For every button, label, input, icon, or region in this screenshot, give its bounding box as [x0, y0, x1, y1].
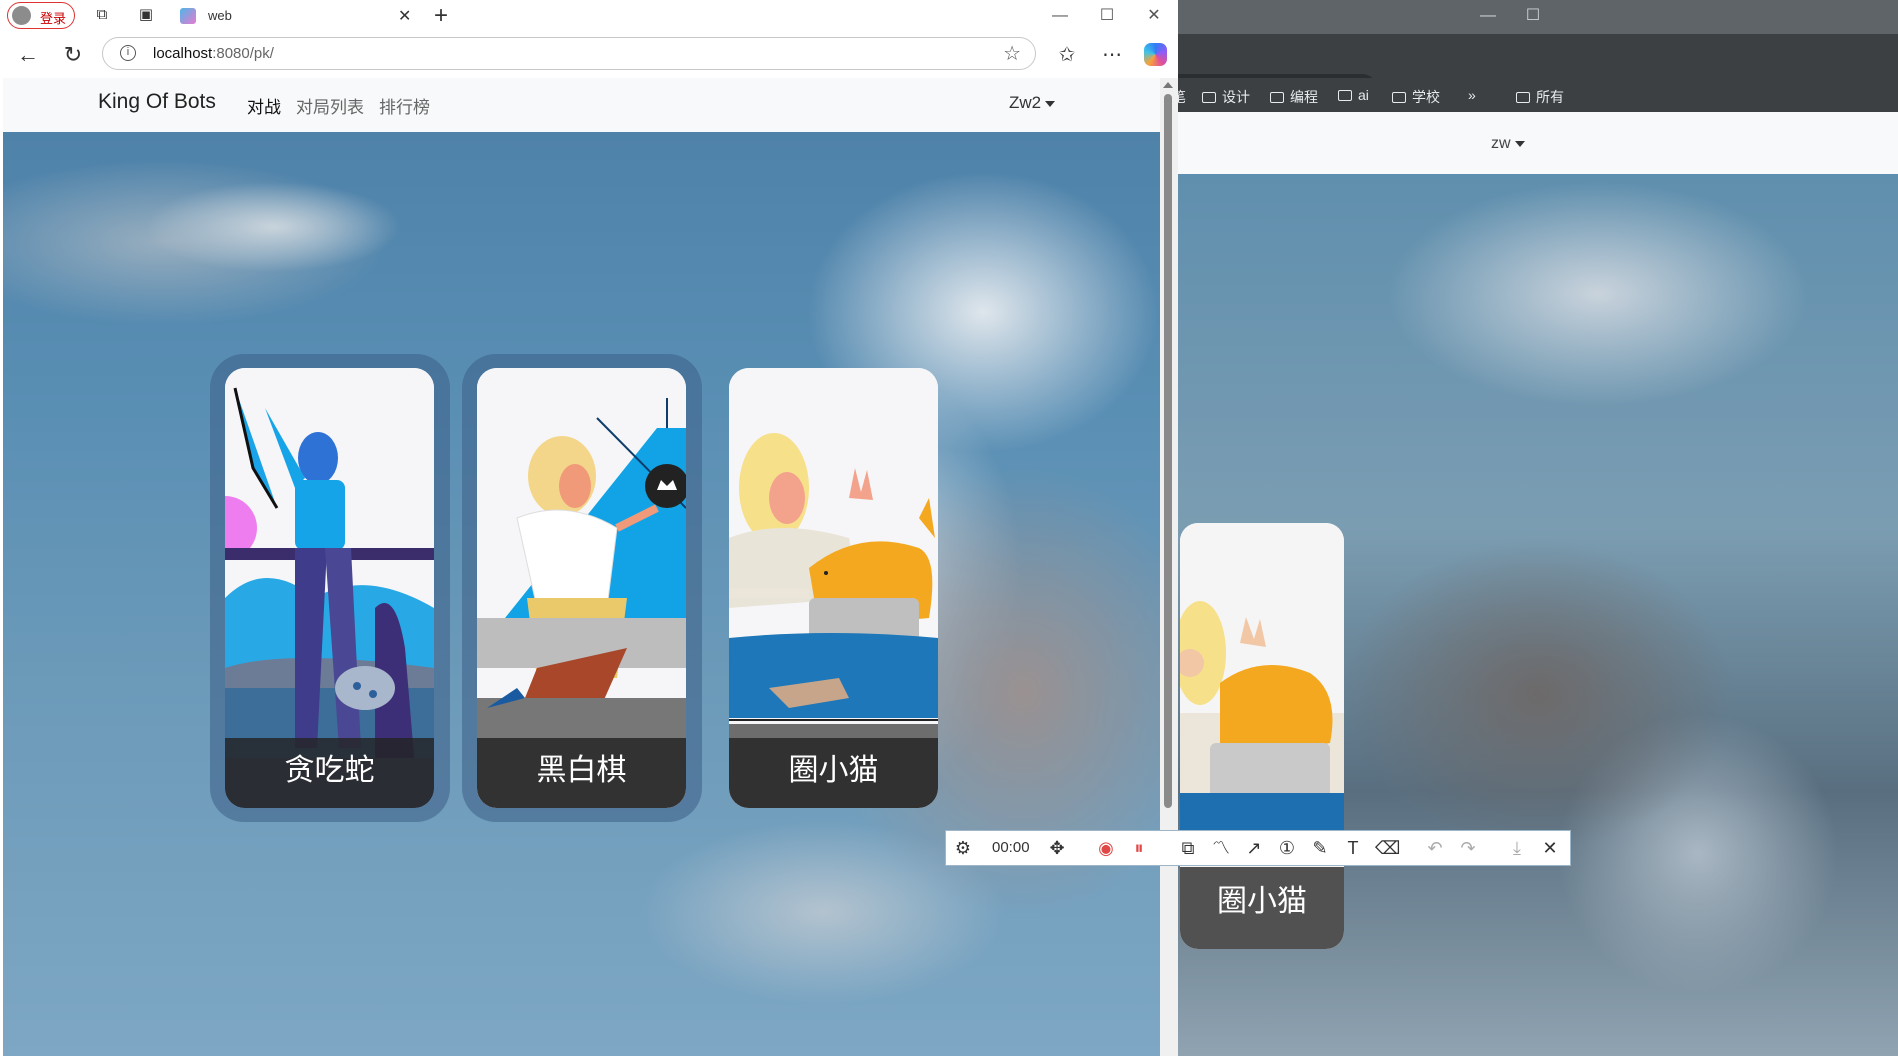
bg-toolbar: ☆ ⧉ V ◫ ⬚ 玮 [1178, 34, 1898, 106]
bookmark-school[interactable]: 学校 [1392, 87, 1440, 107]
nav-pk[interactable]: 对战 [247, 93, 281, 118]
back-button[interactable]: ← [15, 42, 41, 68]
bg-card-label: 圈小猫 [1180, 867, 1344, 949]
page-navbar: King Of Bots 对战 对局列表 排行榜 Zw2 [3, 78, 1160, 132]
brand-link[interactable]: King Of Bots [98, 90, 216, 114]
favorite-star-icon[interactable]: ☆ [1003, 41, 1021, 66]
browser-window: 登录 ⧉ ▣ web ✕ + — ☐ ✕ ← ↻ i localhost:808… [0, 0, 1178, 1056]
capture-toolbar: ⚙ 00:00 ✥ ◉ ⏸ ⧉ 〽 ↗ ① ✎ T ⌫ ↶ ↷ ⤓ ✕ [945, 830, 1571, 866]
bg-titlebar: — ☐ [1178, 0, 1898, 34]
game-card-label: 黑白棋 [477, 738, 686, 808]
bg-bookmarks-bar: 笔 设计 编程 ai 学校 » 所有 [1178, 78, 1898, 112]
bookmark-coding[interactable]: 编程 [1270, 87, 1318, 107]
nav-ranklist[interactable]: 排行榜 [379, 93, 430, 118]
redo-icon[interactable]: ↷ [1457, 837, 1479, 859]
folder-icon [1270, 91, 1284, 103]
close-capture-icon[interactable]: ✕ [1539, 837, 1561, 859]
bg-maximize-button[interactable]: ☐ [1508, 2, 1558, 30]
move-icon[interactable]: ✥ [1046, 837, 1068, 859]
polyline-tool-icon[interactable]: 〽 [1210, 837, 1232, 859]
copilot-icon[interactable] [1144, 43, 1167, 66]
bookmarks-more-button[interactable]: » [1468, 87, 1476, 103]
arrow-tool-icon[interactable]: ↗ [1243, 837, 1265, 859]
eraser-icon[interactable]: ⌫ [1375, 837, 1400, 859]
caret-down-icon [1045, 100, 1056, 107]
background-browser-window: — ☐ ☆ ⧉ V ◫ ⬚ 玮 笔 设计 编程 ai 学校 » 所有 zw [1178, 0, 1898, 1056]
folder-icon [1202, 91, 1216, 103]
scrollbar-thumb[interactable] [1164, 94, 1172, 808]
pause-recording-icon[interactable]: ⏸ [1128, 837, 1150, 859]
tab-strip: 登录 ⧉ ▣ web ✕ + — ☐ ✕ [0, 0, 1178, 32]
download-icon[interactable]: ⤓ [1506, 837, 1528, 859]
user-dropdown[interactable]: Zw2 [1009, 93, 1056, 113]
bg-page-background: 圈小猫 [1178, 174, 1898, 1056]
bookmark-design[interactable]: 设计 [1202, 87, 1250, 107]
game-card-label: 贪吃蛇 [225, 738, 434, 808]
shape-tool-icon[interactable]: ⧉ [1177, 837, 1199, 859]
text-tool-icon[interactable]: T [1342, 837, 1364, 859]
recording-timer: 00:00 [992, 839, 1030, 856]
maximize-button[interactable]: ☐ [1092, 4, 1122, 28]
new-tab-button[interactable]: + [434, 2, 448, 30]
nav-record-list[interactable]: 对局列表 [296, 93, 364, 118]
tab-title: web [208, 8, 232, 23]
vertical-tabs-icon[interactable]: ▣ [137, 6, 155, 24]
stop-recording-icon[interactable]: ◉ [1095, 837, 1117, 859]
bg-game-card[interactable]: 圈小猫 [1180, 523, 1344, 949]
favorites-icon[interactable]: ✩ [1054, 42, 1080, 67]
pen-tool-icon[interactable]: ✎ [1309, 837, 1331, 859]
profile-label: 登录 [40, 11, 67, 26]
folder-icon [1338, 89, 1352, 101]
undo-icon[interactable]: ↶ [1424, 837, 1446, 859]
site-info-icon[interactable]: i [120, 45, 136, 61]
bookmark-all[interactable]: 所有 [1516, 87, 1564, 107]
caret-down-icon [1514, 140, 1525, 147]
game-card-circle-cat[interactable]: 圈小猫 [729, 368, 938, 808]
address-bar[interactable]: i localhost:8080/pk/ ☆ [102, 37, 1036, 70]
address-toolbar: ← ↻ i localhost:8080/pk/ ☆ ✩ ⋯ [0, 32, 1178, 78]
avatar-icon [12, 6, 31, 25]
bg-page-navbar [1178, 112, 1898, 174]
tab-close-icon[interactable]: ✕ [398, 6, 411, 26]
more-options-icon[interactable]: ⋯ [1099, 42, 1125, 67]
bookmark-ai[interactable]: ai [1338, 87, 1369, 103]
bookmark-partial[interactable]: 笔 [1178, 87, 1186, 107]
vertical-scrollbar[interactable] [1160, 78, 1178, 1056]
settings-gear-icon[interactable]: ⚙ [952, 837, 974, 859]
folder-icon [1392, 91, 1406, 103]
minimize-button[interactable]: — [1045, 4, 1075, 28]
number-marker-icon[interactable]: ① [1276, 837, 1298, 859]
game-card-reversi[interactable]: 黑白棋 [477, 368, 686, 808]
game-select-area: 贪吃蛇 黑白棋 圈小猫 [3, 132, 1160, 1056]
game-card-snake[interactable]: 贪吃蛇 [225, 368, 434, 808]
web-page: King Of Bots 对战 对局列表 排行榜 Zw2 贪吃蛇 黑白棋 圈小猫 [3, 78, 1160, 1056]
folder-icon [1516, 91, 1530, 103]
profile-button[interactable]: 登录 [7, 2, 75, 29]
scroll-up-arrow-icon[interactable] [1163, 82, 1173, 88]
url-text: localhost:8080/pk/ [153, 45, 274, 62]
bg-user-dropdown[interactable]: zw [1491, 135, 1525, 153]
bg-minimize-button[interactable]: — [1463, 2, 1513, 30]
tab-web[interactable]: web ✕ [168, 0, 420, 32]
reload-button[interactable]: ↻ [60, 42, 86, 68]
workspaces-icon[interactable]: ⧉ [93, 6, 111, 24]
game-card-label: 圈小猫 [729, 738, 938, 808]
vue-favicon-icon [180, 8, 196, 24]
close-window-button[interactable]: ✕ [1139, 4, 1169, 28]
